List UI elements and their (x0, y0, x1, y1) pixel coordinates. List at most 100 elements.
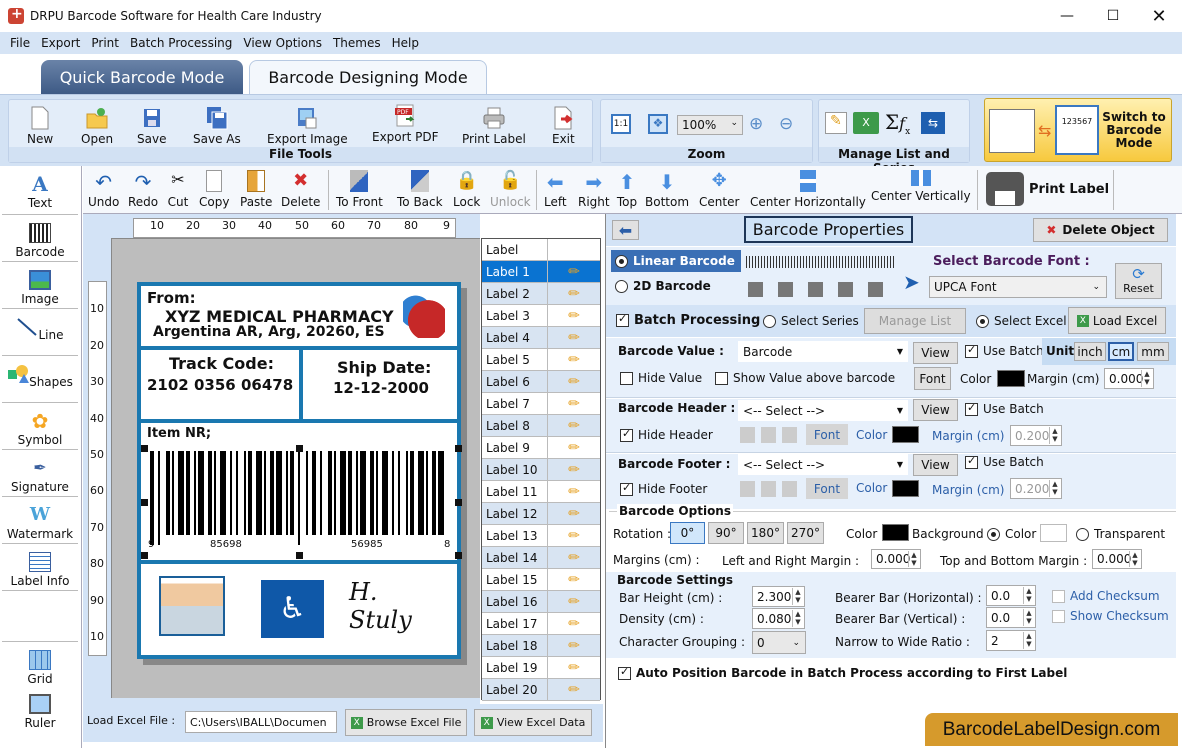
center-horizontally-button[interactable]: Center Horizontally (750, 170, 866, 209)
bearer-bar-horizontal-input[interactable]: 0.0 ▲ ▼ (986, 585, 1036, 606)
barcode-font-select[interactable]: UPCA Font ⌄ (929, 276, 1107, 298)
back-arrow-button[interactable]: ⬅ (612, 220, 639, 240)
resize-handle[interactable] (141, 552, 148, 559)
header-use-batch-checkbox[interactable]: Use Batch (965, 401, 1044, 416)
browse-excel-button[interactable]: X Browse Excel File (345, 709, 467, 736)
export-pdf-button[interactable]: PDF Export PDF (372, 104, 438, 144)
grid-tool[interactable]: Grid (2, 641, 78, 688)
excel-import-icon[interactable]: X (853, 112, 879, 134)
paste-button[interactable]: Paste (240, 170, 272, 209)
background-transparent-radio[interactable]: Transparent (1076, 527, 1165, 541)
new-button[interactable]: New (27, 106, 53, 146)
header-view-button[interactable]: View (913, 399, 958, 421)
pencil-edit-icon[interactable]: ✏ (548, 286, 600, 302)
barcode-tool[interactable]: Barcode (2, 215, 78, 262)
label-list-item[interactable]: Label 9 ✏ (482, 437, 600, 459)
export-image-button[interactable]: Export Image (267, 106, 348, 146)
redo-button[interactable]: ↷ Redo (128, 170, 158, 209)
resize-handle[interactable] (141, 499, 148, 506)
pencil-edit-icon[interactable]: ✏ (548, 550, 600, 566)
dental-chair-symbol[interactable]: ♿ (261, 580, 324, 638)
barcode-value-input[interactable]: Barcode ▼ (738, 341, 908, 362)
close-button[interactable]: ✕ (1136, 0, 1182, 32)
center-vertically-button[interactable]: Center Vertically (871, 170, 971, 203)
item-nr-title[interactable]: Item NR; (147, 426, 211, 441)
spinner-icon[interactable]: ▲ ▼ (792, 588, 803, 605)
fit-to-window-icon[interactable]: ❖ (648, 114, 668, 134)
label-list-item[interactable]: Label 8 ✏ (482, 415, 600, 437)
to-back-button[interactable]: To Back (397, 170, 443, 209)
pencil-edit-icon[interactable]: ✏ (548, 638, 600, 654)
value-font-button[interactable]: Font (914, 367, 951, 390)
spinner-icon[interactable]: ▲ ▼ (1023, 632, 1034, 649)
label-info-tool[interactable]: Label Info (2, 544, 78, 591)
menu-export[interactable]: Export (41, 36, 80, 50)
value-use-batch-checkbox[interactable]: Use Batch (965, 343, 1044, 358)
label-list-item[interactable]: Label 2 ✏ (482, 283, 600, 305)
footer-use-batch-checkbox[interactable]: Use Batch (965, 454, 1044, 469)
symbol-tool[interactable]: ✿ Symbol (2, 403, 78, 450)
shapes-tool[interactable]: Shapes (2, 356, 78, 403)
maximize-button[interactable]: ☐ (1090, 0, 1136, 32)
spinner-icon[interactable]: ▲ ▼ (792, 610, 803, 627)
resize-handle[interactable] (455, 445, 462, 452)
text-tool[interactable]: A Text (2, 168, 78, 215)
header-margin-input[interactable]: 0.200 ▲ ▼ (1010, 425, 1062, 446)
pencil-edit-icon[interactable]: ✏ (548, 396, 600, 412)
pencil-edit-icon[interactable]: ✏ (548, 330, 600, 346)
label-list-item[interactable]: Label 6 ✏ (482, 371, 600, 393)
pencil-edit-icon[interactable]: ✏ (548, 616, 600, 632)
ship-date-value[interactable]: 12-12-2000 (333, 379, 429, 397)
barcode-footer-select[interactable]: <-- Select --> ▼ (738, 454, 908, 475)
value-color-swatch[interactable] (997, 370, 1025, 387)
barcode-object[interactable]: 9 85698 56985 8 (146, 449, 453, 557)
spinner-icon[interactable]: ▲ ▼ (1023, 609, 1034, 626)
ruler-tool[interactable]: Ruler (2, 686, 78, 733)
signature-image[interactable]: H. Stuly (349, 578, 444, 638)
line-tool[interactable]: Line (2, 309, 78, 356)
unit-mm-button[interactable]: mm (1137, 342, 1169, 361)
pencil-edit-icon[interactable]: ✏ (548, 264, 600, 280)
spinner-icon[interactable]: ▲ ▼ (1141, 370, 1152, 387)
unit-cm-button[interactable]: cm (1108, 342, 1134, 361)
character-grouping-select[interactable]: 0 ⌄ (752, 631, 806, 654)
pencil-edit-icon[interactable]: ✏ (548, 440, 600, 456)
label-list-item[interactable]: Label 5 ✏ (482, 349, 600, 371)
edit-list-icon[interactable]: ✎ (825, 112, 847, 134)
options-color-swatch[interactable] (882, 524, 909, 541)
tab-quick-barcode-mode[interactable]: Quick Barcode Mode (41, 60, 243, 94)
resize-handle[interactable] (296, 552, 303, 559)
switch-to-barcode-mode-button[interactable]: ⇆ 123567 Switch to Barcode Mode (984, 98, 1172, 162)
pencil-edit-icon[interactable]: ✏ (548, 682, 600, 698)
label-list-item[interactable]: Label 11 ✏ (482, 481, 600, 503)
open-button[interactable]: Open (81, 106, 113, 146)
pencil-edit-icon[interactable]: ✏ (548, 484, 600, 500)
barcode-header-select[interactable]: <-- Select --> ▼ (738, 400, 908, 421)
label-list-item[interactable]: Label 1 ✏ (482, 261, 600, 283)
unit-inch-button[interactable]: inch (1074, 342, 1106, 361)
align-right-button[interactable]: ➡ Right (578, 170, 610, 209)
load-excel-button[interactable]: X Load Excel (1068, 307, 1166, 334)
doctor-image[interactable] (159, 576, 225, 636)
value-view-button[interactable]: View (913, 342, 958, 364)
hide-value-checkbox[interactable]: Hide Value (620, 371, 702, 385)
delete-button[interactable]: ✖ Delete (281, 170, 320, 209)
address-text[interactable]: Argentina AR, Arg, 20260, ES (153, 324, 385, 340)
minimize-button[interactable]: — (1044, 0, 1090, 32)
footer-alignment-buttons[interactable] (740, 481, 798, 497)
print-label-ribbon-button[interactable]: Print Label (462, 106, 526, 146)
hide-header-checkbox[interactable]: Hide Header (620, 427, 713, 442)
linear-barcode-radio[interactable]: Linear Barcode (611, 250, 741, 272)
track-code-title[interactable]: Track Code: (169, 354, 274, 373)
print-label-button[interactable]: Print Label (986, 170, 1109, 208)
rotation-180-button[interactable]: 180° (747, 522, 784, 544)
pencil-edit-icon[interactable]: ✏ (548, 418, 600, 434)
show-checksum-checkbox[interactable]: Show Checksum (1052, 609, 1169, 623)
image-tool[interactable]: Image (2, 262, 78, 309)
pencil-edit-icon[interactable]: ✏ (548, 506, 600, 522)
label-list-item[interactable]: Label 13 ✏ (482, 525, 600, 547)
add-checksum-checkbox[interactable]: Add Checksum (1052, 589, 1160, 603)
menu-themes[interactable]: Themes (333, 36, 381, 50)
zoom-out-icon[interactable]: ⊖ (779, 114, 793, 134)
hide-footer-checkbox[interactable]: Hide Footer (620, 481, 707, 496)
